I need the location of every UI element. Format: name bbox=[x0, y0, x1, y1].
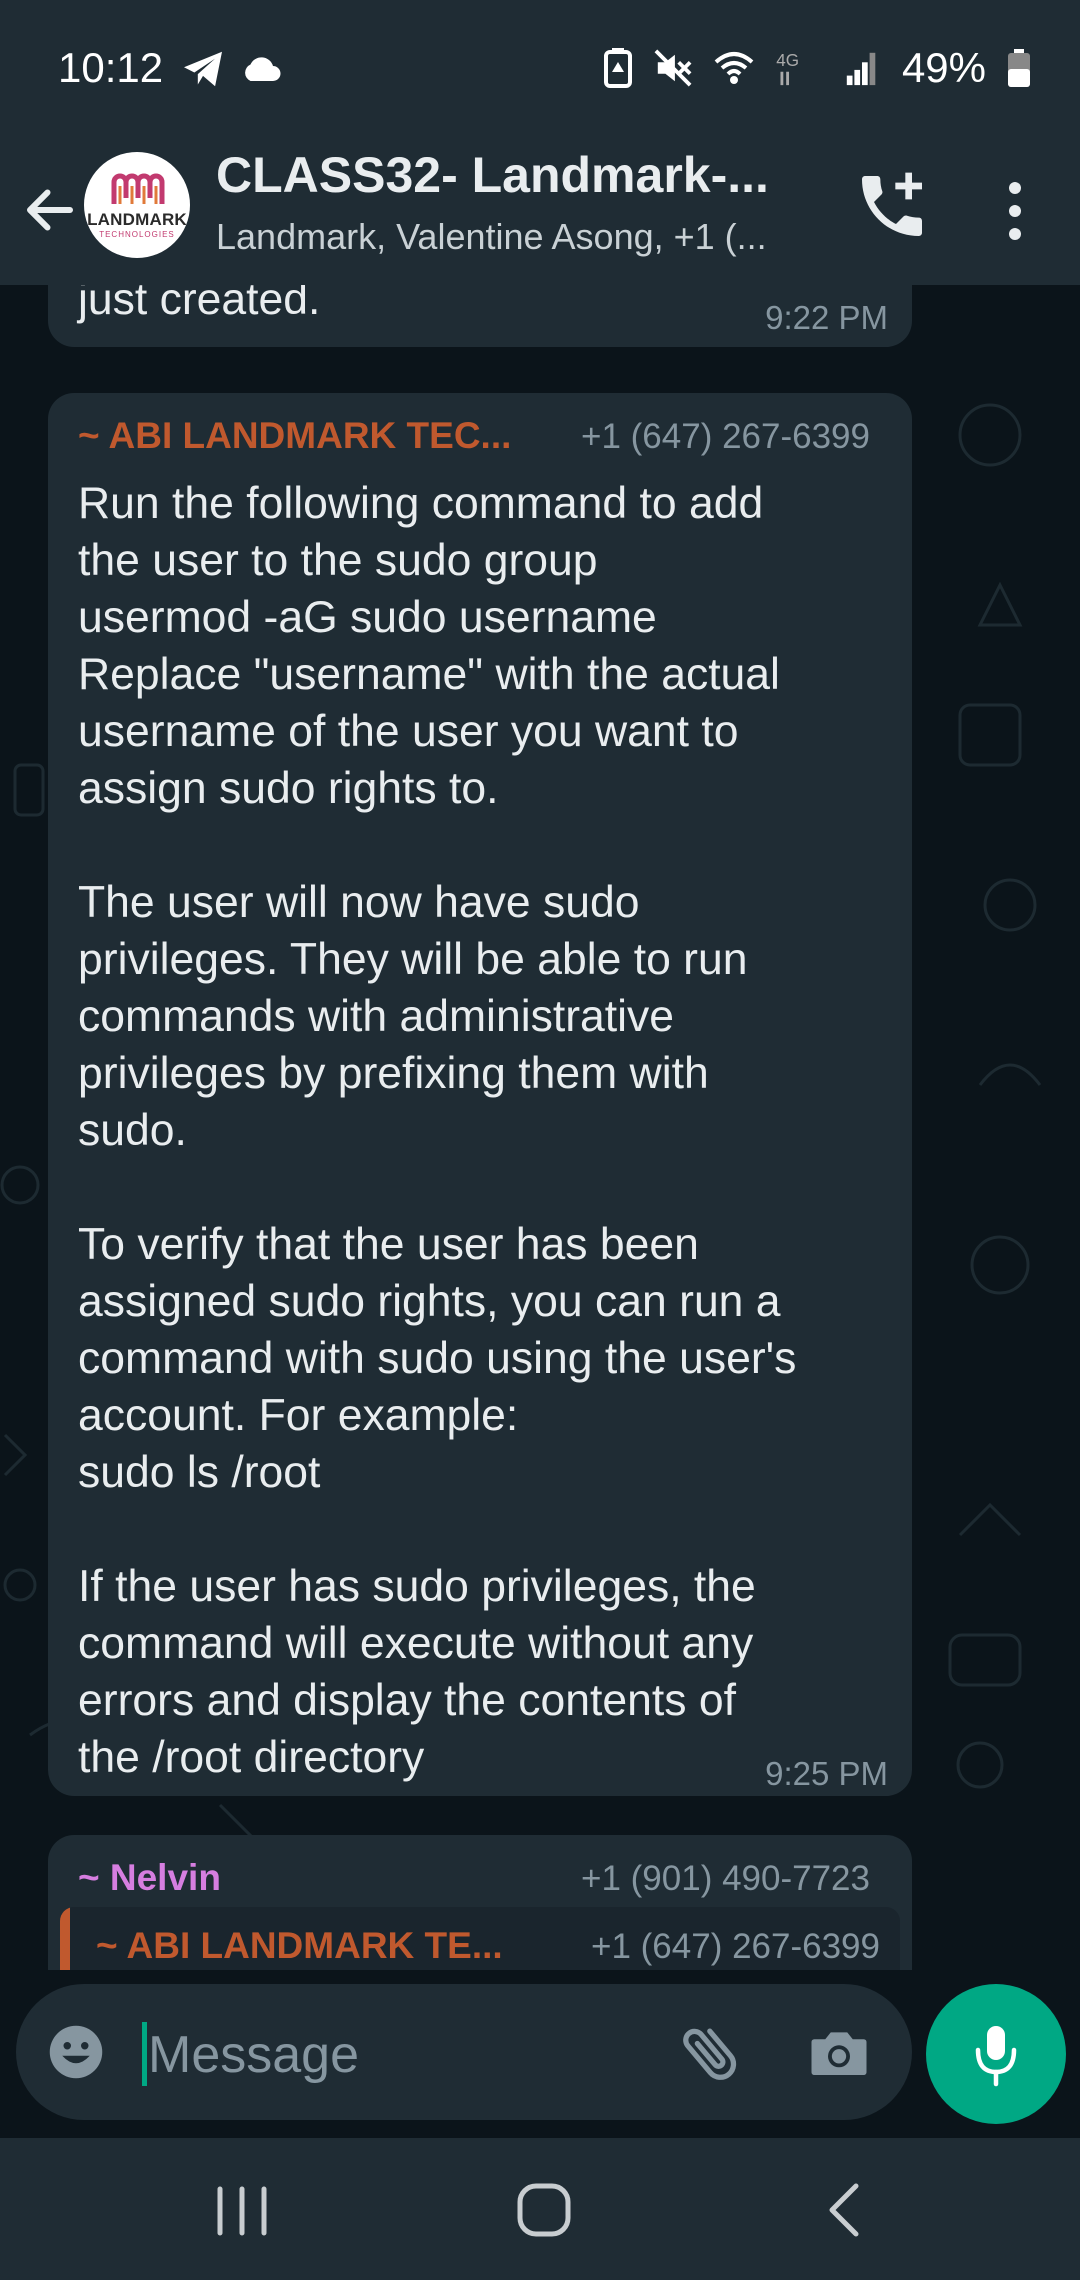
message-time: 9:25 PM bbox=[765, 1755, 888, 1792]
emoji-icon bbox=[49, 2025, 103, 2079]
sender-name[interactable]: ~ ABI LANDMARK TEC... bbox=[78, 415, 511, 457]
status-time: 10:12 bbox=[58, 44, 164, 91]
recents-button[interactable] bbox=[212, 2183, 272, 2239]
battery-saver-icon bbox=[603, 48, 632, 88]
message-composer[interactable] bbox=[16, 1984, 912, 2120]
emoji-button[interactable] bbox=[46, 2022, 106, 2082]
avatar-sublabel: TECHNOLOGIES bbox=[99, 230, 175, 239]
chat-header: LANDMARK TECHNOLOGIES CLASS32- Landmark-… bbox=[0, 140, 1080, 285]
message-time: 9:22 PM bbox=[765, 299, 888, 336]
quoted-message[interactable]: ~ ABI LANDMARK TE... +1 (647) 267-6399 bbox=[60, 1907, 900, 1970]
chat-messages-area[interactable]: just created. 9:22 PM ~ ABI LANDMARK TEC… bbox=[0, 285, 1080, 1970]
back-arrow-icon bbox=[27, 189, 73, 231]
message-bubble[interactable]: ~ Nelvin +1 (901) 490-7723 ~ ABI LANDMAR… bbox=[48, 1835, 912, 1970]
message-text: Run the following command to add the use… bbox=[78, 479, 797, 1782]
add-call-icon bbox=[862, 172, 922, 236]
message-bubble[interactable]: just created. 9:22 PM bbox=[48, 285, 912, 347]
group-call-button[interactable] bbox=[852, 166, 932, 246]
message-text: just created. bbox=[78, 285, 321, 324]
more-options-button[interactable] bbox=[995, 176, 1035, 246]
avatar-label: LANDMARK bbox=[87, 210, 187, 229]
kebab-menu-icon bbox=[1009, 182, 1021, 240]
telegram-icon bbox=[182, 50, 224, 88]
paperclip-icon bbox=[683, 2028, 737, 2080]
system-navigation-bar bbox=[0, 2138, 1080, 2280]
nav-back-button[interactable] bbox=[820, 2180, 870, 2240]
chevron-left-icon bbox=[829, 2183, 859, 2237]
wifi-icon bbox=[714, 48, 754, 88]
voice-message-button[interactable] bbox=[926, 1984, 1066, 2124]
camera-button[interactable] bbox=[806, 2020, 872, 2086]
landmark-logo-icon bbox=[111, 173, 165, 204]
home-button[interactable] bbox=[514, 2178, 574, 2242]
group-avatar[interactable]: LANDMARK TECHNOLOGIES bbox=[84, 152, 190, 258]
sender-name[interactable]: ~ Nelvin bbox=[78, 1857, 221, 1899]
battery-percent: 49% bbox=[901, 44, 986, 91]
chat-title[interactable]: CLASS32- Landmark-... bbox=[216, 146, 786, 204]
cloud-icon bbox=[240, 54, 282, 84]
message-bubble[interactable]: ~ ABI LANDMARK TEC... +1 (647) 267-6399 … bbox=[48, 393, 912, 1796]
status-bar: 10:12 4G 49% bbox=[0, 0, 1080, 140]
battery-icon bbox=[1008, 49, 1030, 87]
status-left-icons bbox=[182, 50, 282, 88]
attach-button[interactable] bbox=[676, 2018, 746, 2088]
recents-icon bbox=[217, 2186, 267, 2236]
status-right-icons: 4G 49% bbox=[603, 44, 1030, 92]
camera-icon bbox=[811, 2032, 867, 2075]
sender-phone: +1 (647) 267-6399 bbox=[581, 417, 870, 456]
microphone-icon bbox=[975, 2026, 1017, 2087]
quote-accent-bar bbox=[60, 1907, 70, 1970]
network-4g-icon: 4G bbox=[776, 49, 822, 87]
mute-icon bbox=[654, 49, 692, 87]
composer-bar bbox=[0, 1970, 1080, 2138]
back-button[interactable] bbox=[20, 180, 80, 240]
chat-participants[interactable]: Landmark, Valentine Asong, +1 (... bbox=[216, 216, 816, 258]
quoted-sender-phone: +1 (647) 267-6399 bbox=[591, 1927, 880, 1966]
signal-icon bbox=[844, 49, 880, 87]
message-input[interactable] bbox=[146, 2014, 670, 2096]
home-icon bbox=[517, 2183, 571, 2237]
svg-text:4G: 4G bbox=[776, 51, 799, 70]
quoted-sender-name: ~ ABI LANDMARK TE... bbox=[96, 1925, 503, 1966]
sender-phone: +1 (901) 490-7723 bbox=[581, 1859, 870, 1898]
